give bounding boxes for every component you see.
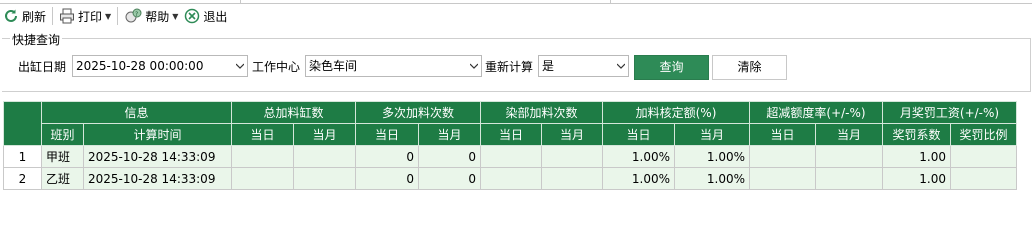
header-bonus-ratio[interactable]: 奖罚比例 <box>950 123 1017 146</box>
chevron-down-icon: ▼ <box>105 11 112 21</box>
cell-shift[interactable]: 乙班 <box>41 167 84 190</box>
cell-bonus-coef[interactable]: 1.00 <box>882 167 951 190</box>
cell-dept-month[interactable] <box>541 167 603 190</box>
refresh-icon <box>5 9 17 22</box>
cell-dept-month[interactable] <box>541 145 603 168</box>
query-button[interactable]: 查询 <box>634 55 709 80</box>
clear-button[interactable]: 清除 <box>712 55 787 80</box>
table-row[interactable]: 1 甲班 2025-10-28 14:33:09 0 0 1.00% 1.00%… <box>3 145 1017 168</box>
date-field[interactable]: 2025-10-28 00:00:00 <box>72 55 248 77</box>
header-row-top: 信息 总加料缸数 多次加料次数 染部加料次数 加料核定额(%) 超减额度率(+/… <box>3 101 1017 146</box>
toolbar: 刷新 打印 ▼ ? 帮助 ▼ 退出 <box>0 4 1032 28</box>
row-number[interactable]: 2 <box>3 167 42 190</box>
chevron-down-icon: ▼ <box>172 11 179 21</box>
header-month[interactable]: 当月 <box>293 123 356 146</box>
header-quota[interactable]: 加料核定额(%) <box>602 101 750 124</box>
cell-quota-month[interactable]: 1.00% <box>674 167 750 190</box>
cell-bonus-coef[interactable]: 1.00 <box>882 145 951 168</box>
refresh-button[interactable]: 刷新 <box>0 5 49 27</box>
cell-total-month[interactable] <box>293 145 356 168</box>
row-number[interactable]: 1 <box>3 145 42 168</box>
svg-text:?: ? <box>135 11 138 18</box>
print-label: 打印 <box>78 9 103 24</box>
quick-query-title: 快捷查询 <box>10 31 63 48</box>
cell-total-day[interactable] <box>231 167 294 190</box>
toolbar-separator <box>117 7 119 25</box>
cell-over-month[interactable] <box>815 167 883 190</box>
recalc-label: 重新计算 <box>485 60 534 74</box>
chevron-down-icon[interactable] <box>470 62 478 70</box>
header-day[interactable]: 当日 <box>749 123 816 146</box>
exit-button[interactable]: 退出 <box>181 5 230 27</box>
workcenter-label: 工作中心 <box>252 60 301 74</box>
cell-total-month[interactable] <box>293 167 356 190</box>
header-multi-add[interactable]: 多次加料次数 <box>355 101 481 124</box>
chevron-down-icon[interactable] <box>236 62 244 70</box>
cell-over-day[interactable] <box>749 167 816 190</box>
cell-calc-time[interactable]: 2025-10-28 14:33:09 <box>83 167 232 190</box>
header-calc-time[interactable]: 计算时间 <box>83 123 232 146</box>
cell-bonus-ratio[interactable] <box>950 145 1017 168</box>
header-month[interactable]: 当月 <box>541 123 603 146</box>
cell-total-day[interactable] <box>231 145 294 168</box>
table-row[interactable]: 2 乙班 2025-10-28 14:33:09 0 0 1.00% 1.00%… <box>3 167 1017 190</box>
data-grid: 信息 总加料缸数 多次加料次数 染部加料次数 加料核定额(%) 超减额度率(+/… <box>3 101 1017 190</box>
print-button[interactable]: 打印 ▼ <box>56 5 114 27</box>
header-month[interactable]: 当月 <box>815 123 883 146</box>
header-month[interactable]: 当月 <box>418 123 481 146</box>
header-dept-add[interactable]: 染部加料次数 <box>480 101 603 124</box>
help-button[interactable]: ? 帮助 ▼ <box>121 5 181 27</box>
help-label: 帮助 <box>145 9 170 24</box>
cell-multi-day[interactable]: 0 <box>355 145 419 168</box>
date-value: 2025-10-28 00:00:00 <box>76 59 204 73</box>
header-total-vats[interactable]: 总加料缸数 <box>231 101 356 124</box>
header-day[interactable]: 当日 <box>231 123 294 146</box>
cell-dept-day[interactable] <box>480 167 542 190</box>
recalc-select[interactable]: 是 <box>538 55 629 77</box>
cell-quota-month[interactable]: 1.00% <box>674 145 750 168</box>
cell-dept-day[interactable] <box>480 145 542 168</box>
cell-over-month[interactable] <box>815 145 883 168</box>
cell-quota-day[interactable]: 1.00% <box>602 167 675 190</box>
close-circle-icon <box>185 8 200 24</box>
toolbar-separator <box>52 7 54 25</box>
header-month[interactable]: 当月 <box>674 123 750 146</box>
header-day[interactable]: 当日 <box>480 123 542 146</box>
cell-multi-month[interactable]: 0 <box>418 167 481 190</box>
cell-quota-day[interactable]: 1.00% <box>602 145 675 168</box>
cell-bonus-ratio[interactable] <box>950 167 1017 190</box>
header-over-rate[interactable]: 超减额度率(+/-%) <box>749 101 883 124</box>
recalc-value: 是 <box>542 59 555 73</box>
date-label: 出缸日期 <box>18 60 67 74</box>
header-monthly-bonus[interactable]: 月奖罚工资(+/-%) <box>882 101 1017 124</box>
refresh-label: 刷新 <box>22 9 47 24</box>
workcenter-value: 染色车间 <box>309 59 358 73</box>
header-day[interactable]: 当日 <box>355 123 419 146</box>
cell-over-day[interactable] <box>749 145 816 168</box>
cell-shift[interactable]: 甲班 <box>41 145 84 168</box>
cell-multi-month[interactable]: 0 <box>418 145 481 168</box>
header-day[interactable]: 当日 <box>602 123 675 146</box>
cell-calc-time[interactable]: 2025-10-28 14:33:09 <box>83 145 232 168</box>
header-bonus-coef[interactable]: 奖罚系数 <box>882 123 951 146</box>
help-icon: ? <box>125 8 142 23</box>
cell-multi-day[interactable]: 0 <box>355 167 419 190</box>
header-info[interactable]: 信息 <box>41 101 232 124</box>
row-number-header <box>3 101 42 146</box>
chevron-down-icon[interactable] <box>617 62 625 70</box>
printer-icon <box>60 8 75 24</box>
header-row-sub: 班别 计算时间 当日 当月 当日 当月 当日 当月 当日 当月 当日 当月 奖罚… <box>4 123 1017 146</box>
header-shift[interactable]: 班别 <box>41 123 84 146</box>
exit-label: 退出 <box>203 9 228 24</box>
workcenter-select[interactable]: 染色车间 <box>305 55 482 77</box>
